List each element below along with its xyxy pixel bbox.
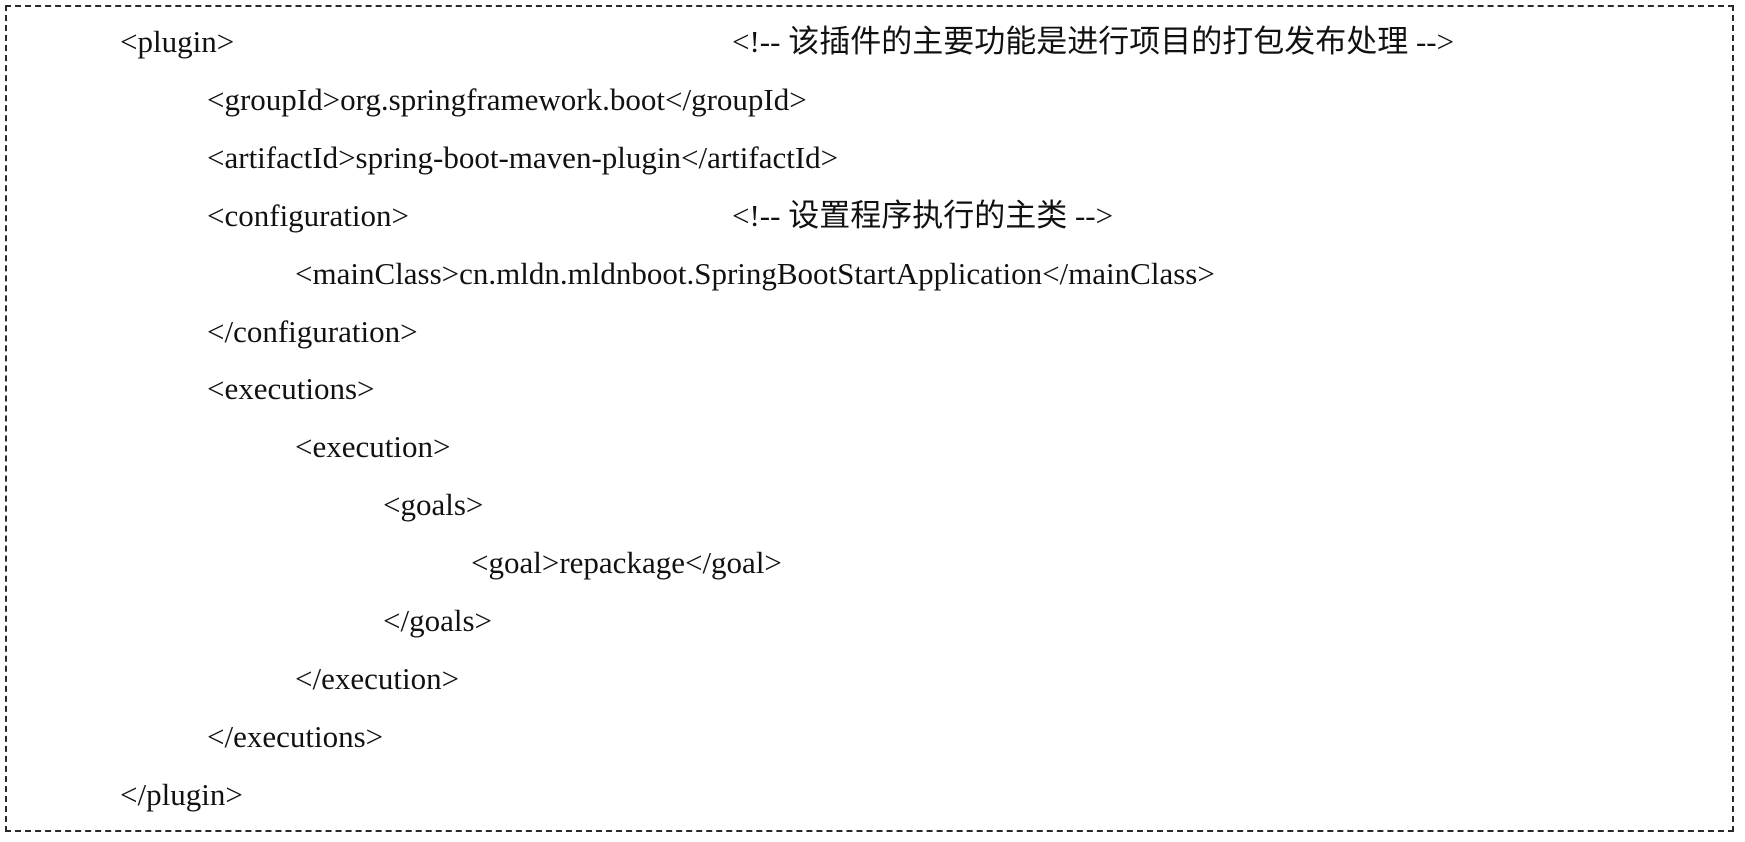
code-line-executions-close: </executions>: [207, 719, 384, 754]
code-line-execution-close: </execution>: [295, 661, 460, 696]
code-line-execution-open: <execution>: [295, 429, 451, 464]
code-line-goals-open: <goals>: [383, 487, 484, 522]
code-line-artifact-id: <artifactId>spring-boot-maven-plugin</ar…: [207, 140, 839, 175]
code-line-plugin-open: <plugin>: [120, 24, 235, 59]
code-line-group-id: <groupId>org.springframework.boot</group…: [207, 82, 807, 117]
code-line-configuration-open: <configuration>: [207, 198, 409, 233]
code-comment-configuration: <!-- 设置程序执行的主类 -->: [732, 198, 1114, 233]
code-comment-plugin: <!-- 该插件的主要功能是进行项目的打包发布处理 -->: [732, 24, 1455, 59]
code-line-goals-close: </goals>: [383, 603, 493, 638]
code-line-executions-open: <executions>: [207, 371, 375, 406]
code-line-plugin-close: </plugin>: [120, 777, 243, 812]
code-line-goal: <goal>repackage</goal>: [471, 545, 782, 580]
code-line-main-class: <mainClass>cn.mldn.mldnboot.SpringBootSt…: [295, 256, 1215, 291]
code-line-configuration-close: </configuration>: [207, 314, 418, 349]
